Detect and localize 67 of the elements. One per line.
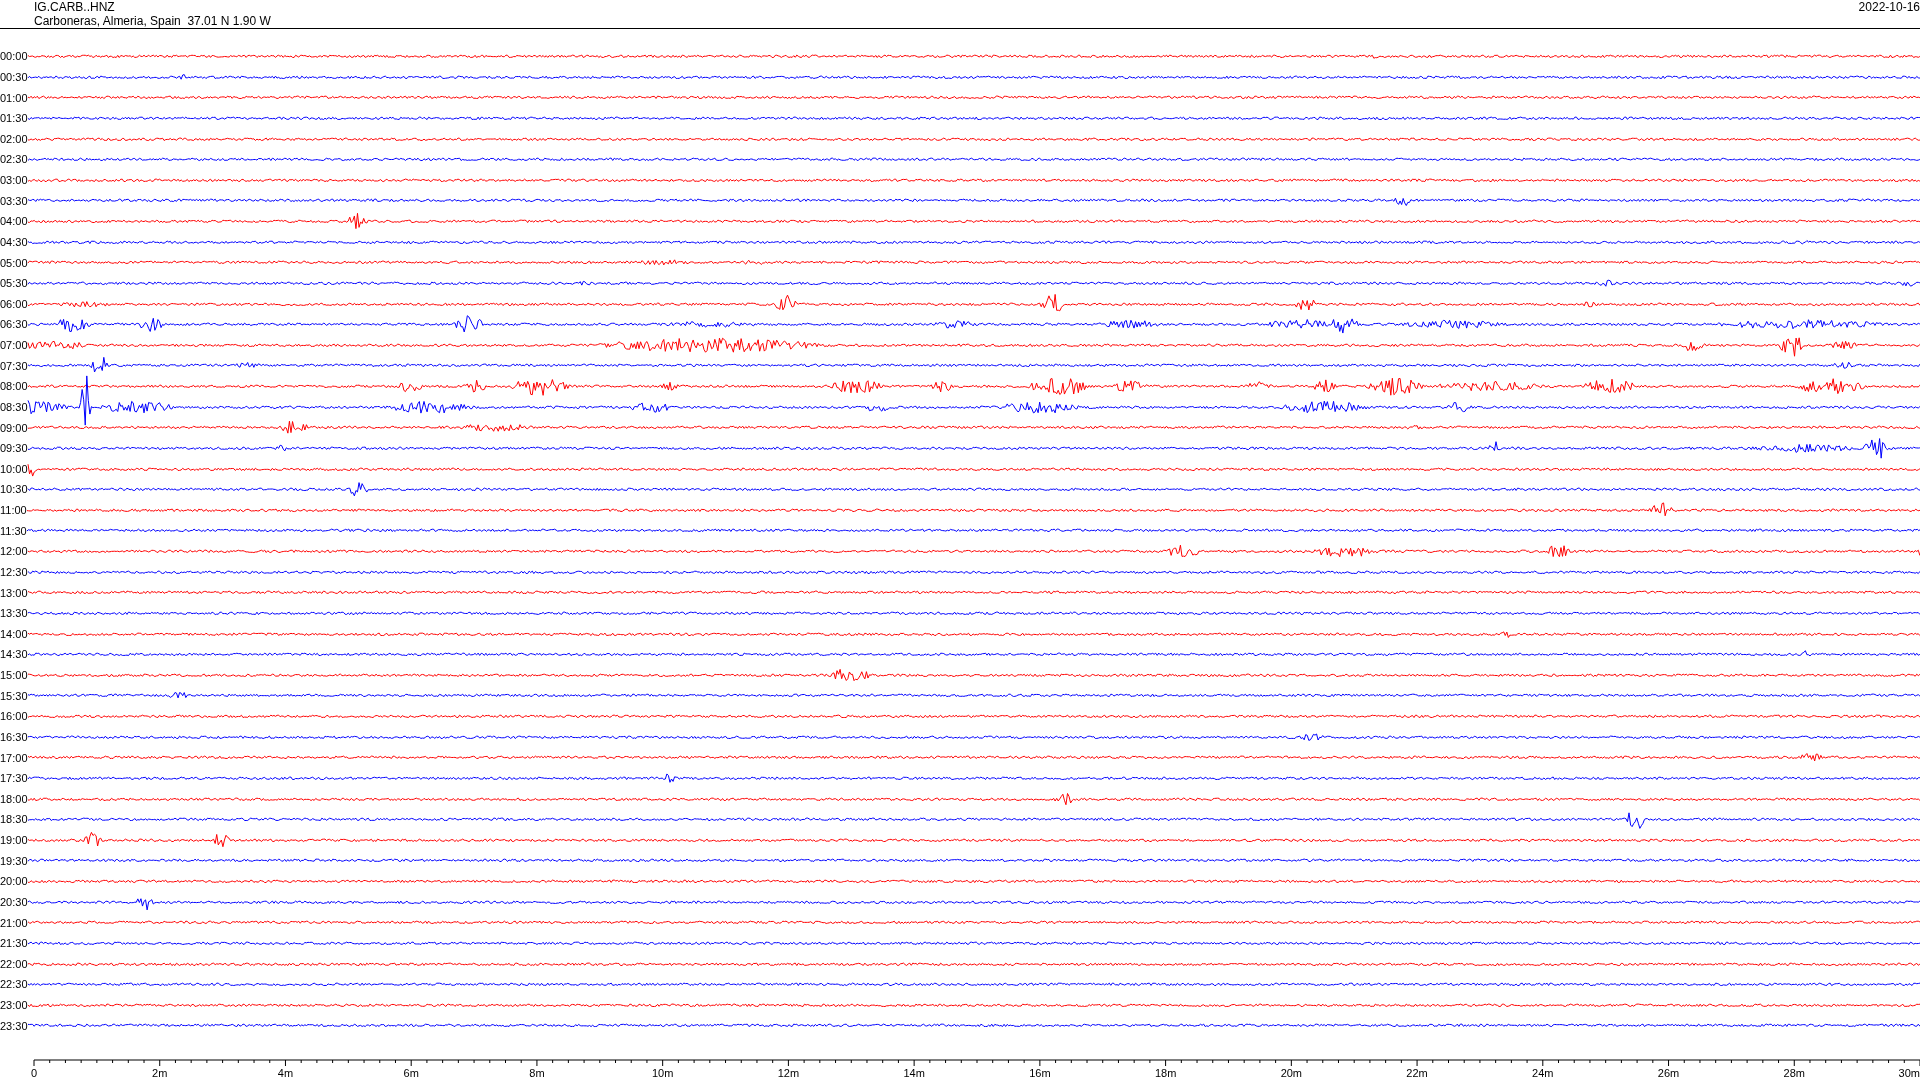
station-code: IG.CARB..HNZ xyxy=(34,0,116,14)
axis-tick-label: 16m xyxy=(1029,1067,1051,1079)
trace-time-label: 10:30 xyxy=(0,483,28,496)
trace-time-label: 01:30 xyxy=(0,112,28,125)
trace-time-label: 02:30 xyxy=(0,153,28,166)
trace-time-label: 13:00 xyxy=(0,586,28,599)
trace-time-label: 19:30 xyxy=(0,854,28,867)
trace-time-label: 03:30 xyxy=(0,194,28,207)
trace-time-label: 08:30 xyxy=(0,400,28,413)
trace-time-label: 04:00 xyxy=(0,215,28,228)
trace-time-label: 18:30 xyxy=(0,813,28,826)
axis-tick-label: 10m xyxy=(651,1067,674,1079)
trace-time-label: 18:00 xyxy=(0,792,28,805)
trace-time-label: 21:30 xyxy=(0,937,28,950)
trace-time-label: 00:30 xyxy=(0,70,28,83)
trace-time-label: 16:00 xyxy=(0,710,28,723)
trace-time-label: 09:00 xyxy=(0,421,28,434)
trace-time-label: 15:30 xyxy=(0,689,28,702)
trace-time-label: 07:30 xyxy=(0,359,28,372)
trace-time-label: 11:30 xyxy=(0,524,27,537)
trace-time-label: 17:30 xyxy=(0,772,28,785)
trace-time-label: 21:00 xyxy=(0,916,28,929)
axis-tick-label: 30m xyxy=(1898,1067,1920,1079)
trace-time-label: 06:00 xyxy=(0,297,28,310)
axis-tick-label: 22m xyxy=(1406,1067,1428,1079)
trace-time-label: 05:30 xyxy=(0,277,28,290)
trace-time-label: 17:00 xyxy=(0,751,28,764)
trace-time-label: 02:00 xyxy=(0,132,28,145)
plot-date: 2022-10-16 xyxy=(1858,0,1920,16)
axis-tick-label: 20m xyxy=(1280,1067,1303,1079)
trace-time-label: 23:00 xyxy=(0,999,28,1012)
trace-time-label: 15:00 xyxy=(0,669,28,682)
trace-time-label: 06:30 xyxy=(0,318,28,331)
axis-tick-label: 8m xyxy=(529,1067,545,1079)
trace-time-label: 20:00 xyxy=(0,875,28,888)
axis-tick-label: 6m xyxy=(403,1067,419,1079)
station-location: Carboneras, Almeria, Spain 37.01 N 1.90 W xyxy=(34,14,271,28)
trace-time-label: 12:30 xyxy=(0,565,28,578)
trace-time-label: 13:30 xyxy=(0,607,28,620)
trace-time-label: 10:00 xyxy=(0,462,28,475)
trace-time-label: 07:00 xyxy=(0,339,28,352)
trace-time-label: 11:00 xyxy=(0,504,27,517)
trace-time-label: 14:00 xyxy=(0,627,28,640)
axis-tick-label: 28m xyxy=(1783,1067,1805,1079)
trace-time-label: 12:00 xyxy=(0,545,28,558)
trace-time-label: 04:30 xyxy=(0,235,28,248)
trace-time-label: 22:00 xyxy=(0,957,28,970)
axis-tick-label: 24m xyxy=(1532,1067,1554,1079)
axis-tick-label: 18m xyxy=(1154,1067,1177,1079)
trace-time-label: 16:30 xyxy=(0,730,28,743)
trace-time-label: 05:00 xyxy=(0,256,28,269)
trace-time-label: 23:30 xyxy=(0,1019,28,1032)
trace-time-label: 01:00 xyxy=(0,91,28,104)
axis-tick-label: 14m xyxy=(903,1067,925,1079)
trace-time-label: 03:00 xyxy=(0,174,28,187)
axis-tick-label: 2m xyxy=(152,1067,168,1079)
trace-time-label: 09:30 xyxy=(0,442,28,455)
axis-tick-label: 26m xyxy=(1657,1067,1680,1079)
trace-time-label: 14:30 xyxy=(0,648,28,661)
axis-tick-label: 4m xyxy=(277,1067,294,1079)
trace-time-label: 19:00 xyxy=(0,834,28,847)
axis-tick-label: 0 xyxy=(30,1067,38,1079)
trace-time-label: 08:00 xyxy=(0,380,28,393)
trace-time-label: 20:30 xyxy=(0,895,28,908)
trace-time-label: 00:00 xyxy=(0,50,28,63)
axis-tick-label: 12m xyxy=(777,1067,800,1079)
trace-time-label: 22:30 xyxy=(0,978,28,991)
